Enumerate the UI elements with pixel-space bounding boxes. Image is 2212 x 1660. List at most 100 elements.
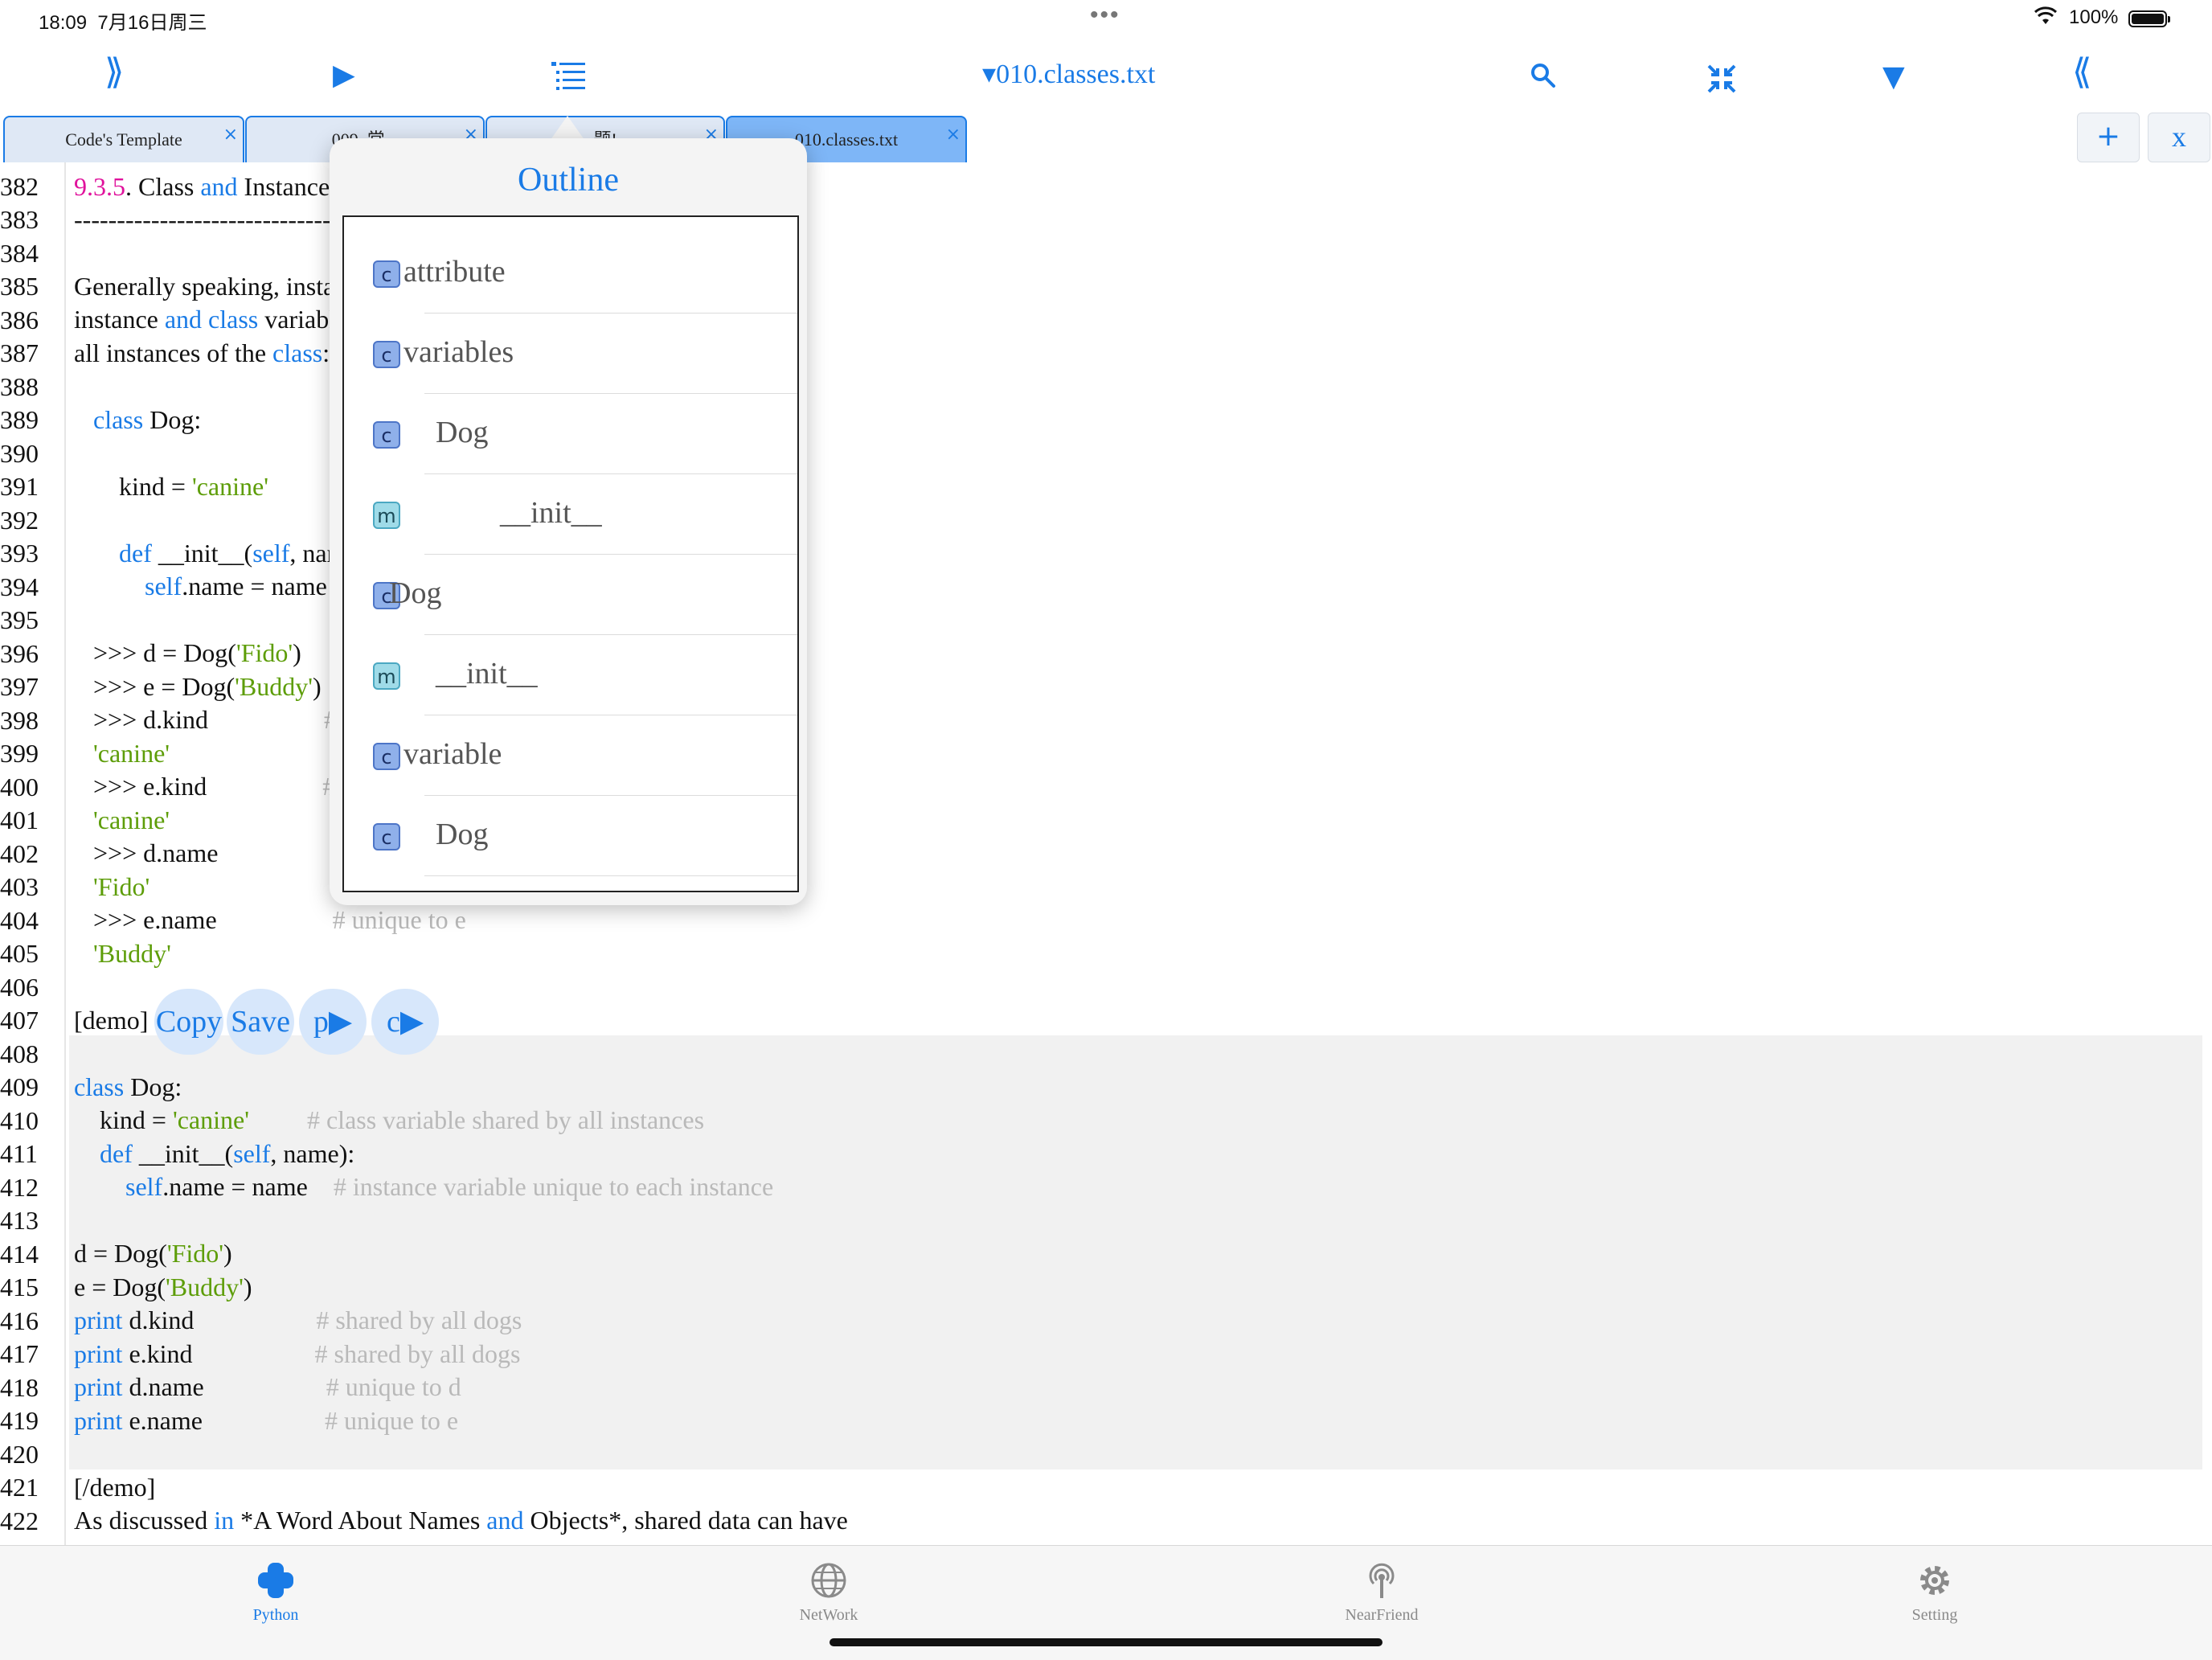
- outline-item-label: __init__: [436, 657, 538, 691]
- copy-button[interactable]: Copy: [154, 989, 223, 1055]
- line-number: 412: [0, 1172, 39, 1202]
- line-number: 410: [0, 1105, 39, 1135]
- class-badge-icon: c: [373, 823, 400, 850]
- globe-icon: [811, 1563, 846, 1598]
- class-badge-icon: c: [373, 743, 400, 770]
- line-number: 395: [0, 605, 39, 634]
- run-python-button[interactable]: p▶: [299, 989, 367, 1055]
- line-number: 411: [0, 1139, 38, 1168]
- outline-item-label: Dog: [389, 576, 442, 610]
- wifi-icon: [2034, 6, 2058, 24]
- tab-label: NetWork: [799, 1606, 858, 1624]
- code-line: >>> e.name # unique to e: [74, 905, 466, 934]
- file-menu-button[interactable]: ▾010.classes.txt: [982, 61, 1155, 88]
- tab-close-icon[interactable]: ×: [946, 113, 961, 158]
- outline-item-label: __init__: [500, 496, 602, 530]
- line-number: 413: [0, 1206, 39, 1235]
- code-line: 'canine': [93, 739, 170, 768]
- battery-percent: 100%: [2069, 6, 2119, 28]
- gear-icon: [1920, 1566, 1949, 1595]
- search-icon[interactable]: [1529, 61, 1558, 90]
- code-line: print e.name # unique to e: [74, 1406, 459, 1435]
- outline-item[interactable]: m __init__: [344, 474, 797, 555]
- outline-item[interactable]: c variables: [344, 314, 797, 394]
- line-number: 385: [0, 272, 39, 301]
- python-icon: [258, 1563, 293, 1598]
- line-number: 408: [0, 1039, 39, 1068]
- code-line: 'Fido': [93, 872, 150, 901]
- code-line: print e.kind # shared by all dogs: [74, 1339, 521, 1368]
- outline-item[interactable]: c attribute: [344, 233, 797, 314]
- code-line: all instances of the class::: [74, 338, 337, 367]
- code-line: def __init__(self, name):: [100, 1139, 355, 1168]
- antenna-icon: [1369, 1563, 1395, 1598]
- code-line: class Dog:: [74, 1072, 182, 1101]
- outline-list[interactable]: c attribute c variables c Dog m __init__ c Dog m __…: [342, 215, 799, 892]
- outline-item[interactable]: c Dog: [344, 555, 797, 635]
- tab-label: Code's Template: [65, 129, 182, 150]
- tab-nearfriend[interactable]: NearFriend: [1301, 1561, 1462, 1625]
- outline-item[interactable]: c Dog: [344, 394, 797, 474]
- run-console-button[interactable]: c▶: [371, 989, 439, 1055]
- tab-setting[interactable]: Setting: [1854, 1561, 2015, 1625]
- line-number: 422: [0, 1506, 39, 1535]
- tab-close-icon[interactable]: ×: [223, 113, 238, 158]
- outline-item-label: attribute: [403, 255, 506, 289]
- outline-item-label: variable: [403, 737, 502, 771]
- home-indicator[interactable]: [830, 1638, 1382, 1646]
- tab-label: Setting: [1911, 1606, 1958, 1624]
- line-number: 405: [0, 939, 39, 968]
- line-number: 382: [0, 171, 39, 201]
- line-number: 419: [0, 1406, 39, 1435]
- line-number: 406: [0, 972, 39, 1002]
- expand-sidebar-icon[interactable]: ⟫: [104, 55, 124, 90]
- tab-python[interactable]: Python: [195, 1561, 356, 1625]
- run-icon[interactable]: ▶: [333, 61, 355, 90]
- line-number: 401: [0, 805, 39, 834]
- code-line: print d.name # unique to d: [74, 1372, 461, 1401]
- class-badge-icon: c: [373, 421, 400, 449]
- add-tab-button[interactable]: +: [2077, 113, 2140, 162]
- line-number: 420: [0, 1439, 39, 1469]
- line-number: 409: [0, 1072, 39, 1101]
- class-badge-icon: c: [373, 260, 400, 288]
- outline-item[interactable]: c variable: [344, 715, 797, 796]
- line-number: 400: [0, 772, 39, 801]
- collapse-sidebar-icon[interactable]: ⟪: [2072, 55, 2091, 90]
- line-number: 415: [0, 1273, 39, 1301]
- line-number: 392: [0, 505, 39, 535]
- line-number: 417: [0, 1339, 39, 1368]
- compress-icon[interactable]: [1706, 63, 1738, 95]
- triangle-down-icon[interactable]: ▼: [1882, 63, 1905, 92]
- tab-network[interactable]: NetWork: [748, 1561, 909, 1625]
- code-line: 'Buddy': [93, 939, 171, 968]
- close-tab-button[interactable]: x: [2148, 113, 2210, 162]
- code-line: >>> d = Dog('Fido'): [74, 638, 301, 667]
- line-number: 393: [0, 539, 39, 568]
- battery-icon: [2128, 10, 2170, 27]
- code-line: e = Dog('Buddy'): [74, 1273, 252, 1301]
- line-number: 421: [0, 1473, 39, 1502]
- save-button[interactable]: Save: [227, 989, 294, 1055]
- outline-list-icon[interactable]: [550, 59, 587, 95]
- code-line: print d.kind # shared by all dogs: [74, 1305, 522, 1334]
- code-line: class Dog:: [93, 405, 202, 434]
- code-line: d = Dog('Fido'): [74, 1239, 232, 1268]
- line-number: 390: [0, 438, 39, 468]
- tab-label: NearFriend: [1345, 1606, 1419, 1624]
- outline-item[interactable]: c Dog: [344, 796, 797, 876]
- line-number: 388: [0, 371, 39, 401]
- tab-codes-template[interactable]: Code's Template ×: [3, 116, 244, 162]
- method-badge-icon: m: [373, 662, 400, 690]
- code-line: As discussed in *A Word About Names and …: [74, 1506, 848, 1535]
- line-number: 399: [0, 739, 39, 768]
- line-number: 389: [0, 405, 39, 434]
- line-number: 407: [0, 1006, 39, 1035]
- line-number: 416: [0, 1305, 39, 1335]
- line-number: 404: [0, 905, 39, 935]
- multitasking-dots[interactable]: •••: [1090, 2, 1120, 29]
- status-time: 18:09 7月16日周三: [39, 12, 207, 34]
- code-line: [/demo]: [74, 1473, 156, 1502]
- method-badge-icon: m: [373, 502, 400, 529]
- outline-item[interactable]: m __init__: [344, 635, 797, 715]
